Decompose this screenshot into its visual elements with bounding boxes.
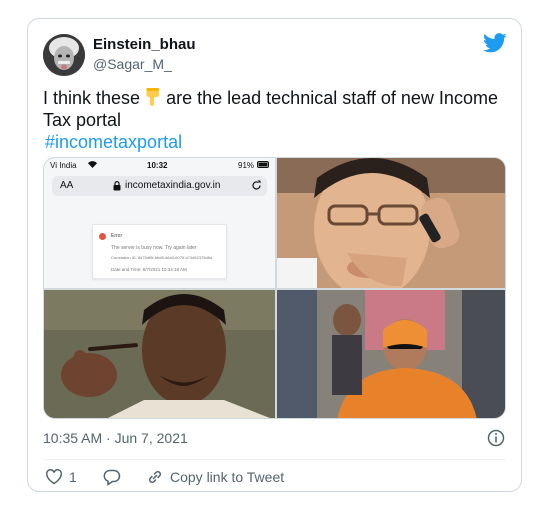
reply-button[interactable]: [103, 464, 121, 490]
tweet-actions: 1 Copy link to Tweet: [43, 464, 506, 490]
status-time: 10:32: [147, 161, 168, 170]
reply-icon: [103, 469, 121, 486]
tweet-text: I think these are the lead technical sta…: [43, 87, 513, 153]
copy-link-label: Copy link to Tweet: [170, 469, 285, 485]
reload-icon: [252, 180, 261, 190]
heart-icon: [45, 469, 63, 485]
photo-man-gesturing: [44, 290, 275, 418]
browser-url-bar: AA incometaxindia.gov.in: [52, 176, 267, 196]
action-divider: [43, 459, 506, 460]
tweet-card[interactable]: Einstein_bhau @Sagar_M_ I think these ar…: [27, 18, 522, 492]
wifi-icon: [88, 161, 97, 168]
hashtag-link[interactable]: #incometaxportal: [45, 131, 513, 153]
media-tile-error-screenshot[interactable]: Vi India 10:32 91% AA incometaxindia.gov…: [44, 158, 275, 288]
photo-woman-in-orange: [277, 290, 505, 418]
carrier-label: Vi India: [50, 161, 77, 170]
display-name[interactable]: Einstein_bhau: [93, 36, 196, 53]
text-size-control: AA: [60, 180, 74, 191]
info-icon[interactable]: [487, 429, 505, 447]
url-text: incometaxindia.gov.in: [125, 180, 221, 191]
copy-link-button[interactable]: Copy link to Tweet: [146, 464, 284, 490]
avatar[interactable]: [43, 34, 85, 76]
error-dialog: Error The server is busy now. Try again …: [92, 224, 227, 279]
media-grid[interactable]: Vi India 10:32 91% AA incometaxindia.gov…: [43, 157, 506, 419]
error-icon: [99, 233, 106, 240]
ios-status-bar: Vi India 10:32 91%: [44, 158, 275, 172]
media-tile-photo-man-glasses[interactable]: [277, 158, 505, 288]
media-tile-photo-woman-orange[interactable]: [277, 290, 505, 418]
battery-label: 91%: [238, 161, 255, 170]
battery-icon: [257, 161, 269, 168]
pointing-down-emoji: [146, 88, 160, 106]
avatar-image: [43, 34, 85, 76]
like-count: 1: [69, 469, 77, 485]
media-tile-photo-man-gesturing[interactable]: [44, 290, 275, 418]
link-icon: [148, 470, 162, 484]
error-datetime: Date and Time: 6/7/2021 10:34:18 AM: [111, 267, 187, 272]
photo-man-with-glasses: [277, 158, 505, 288]
twitter-bird-icon[interactable]: [483, 33, 507, 53]
correlation-id: Correlation ID: 8476df9f-bbd8-d6a3-6075-…: [111, 255, 213, 260]
like-button[interactable]: 1: [45, 464, 77, 490]
error-message: The server is busy now. Try again later: [111, 245, 197, 251]
user-handle[interactable]: @Sagar_M_: [93, 56, 172, 72]
tweet-timestamp[interactable]: 10:35 AM · Jun 7, 2021: [43, 430, 188, 446]
error-title: Error: [111, 233, 123, 239]
tweet-text-part1: I think these: [43, 88, 141, 108]
lock-icon: [113, 181, 121, 191]
